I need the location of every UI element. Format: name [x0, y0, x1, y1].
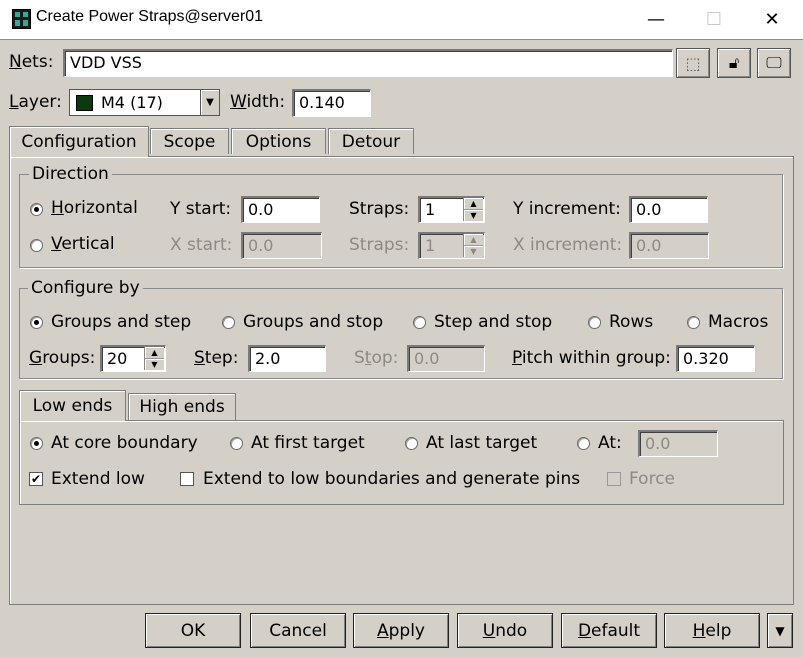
x-start-label: X start:: [170, 235, 233, 255]
force-checkbox[interactable]: [607, 472, 621, 486]
apply-button[interactable]: Apply: [353, 613, 449, 648]
window-title: Create Power Straps@server01: [36, 8, 263, 25]
nets-label: Nets:: [9, 52, 54, 72]
window-select-button[interactable]: 🖵︎: [757, 48, 791, 78]
vertical-label: Vertical: [51, 234, 115, 254]
step-and-stop-radio[interactable]: [413, 316, 426, 329]
unlock-icon: 🔓︎: [728, 53, 740, 72]
y-increment-input[interactable]: 0.0: [629, 196, 708, 223]
step-input[interactable]: 2.0: [248, 345, 326, 372]
groups-and-step-label: Groups and step: [51, 312, 192, 332]
layer-swatch-icon: [76, 95, 93, 111]
groups-and-step-radio[interactable]: [30, 316, 43, 329]
more-menu-button[interactable]: ▼: [767, 613, 793, 648]
nets-input[interactable]: VDD VSS: [63, 49, 673, 77]
stop-label: Stop:: [354, 348, 399, 368]
at-first-target-radio[interactable]: [230, 437, 243, 450]
width-input[interactable]: 0.140: [292, 89, 371, 117]
unlock-button[interactable]: 🔓︎: [717, 48, 751, 78]
help-button[interactable]: Help: [664, 613, 760, 648]
macros-label: Macros: [708, 312, 769, 332]
x-start-input[interactable]: 0.0: [241, 232, 322, 259]
groups-and-stop-radio[interactable]: [222, 316, 235, 329]
ok-button[interactable]: OK: [145, 613, 241, 648]
configure-by-legend: Configure by: [28, 280, 143, 297]
horizontal-label: Horizontal: [51, 198, 138, 218]
y-increment-label: Y increment:: [513, 199, 621, 219]
at-last-target-radio[interactable]: [405, 437, 418, 450]
spin-up-icon[interactable]: ▲: [464, 234, 483, 246]
at-first-target-label: At first target: [251, 433, 365, 453]
cursor-select-icon: ⬚: [685, 53, 701, 73]
y-start-label: Y start:: [170, 199, 232, 219]
step-label: Step:: [194, 348, 239, 368]
straps-vertical-label: Straps:: [349, 235, 410, 255]
layer-value: M4 (17): [101, 93, 163, 112]
at-core-boundary-radio[interactable]: [30, 437, 43, 450]
minimize-button[interactable]: —: [627, 0, 685, 39]
macros-radio[interactable]: [687, 316, 700, 329]
stop-input[interactable]: 0.0: [407, 345, 485, 372]
horizontal-radio[interactable]: [30, 203, 43, 216]
extend-to-boundaries-checkbox[interactable]: [180, 472, 194, 486]
layer-select[interactable]: M4 (17) ▼: [69, 89, 220, 116]
groups-label: Groups:: [29, 348, 96, 368]
extend-low-label: Extend low: [51, 469, 145, 489]
tab-scope[interactable]: Scope: [150, 128, 229, 154]
direction-legend: Direction: [29, 166, 112, 183]
tab-detour[interactable]: Detour: [328, 128, 414, 154]
groups-and-stop-label: Groups and stop: [243, 312, 384, 332]
cancel-button[interactable]: Cancel: [250, 613, 346, 648]
straps-vertical-spinner[interactable]: ▲ ▼: [463, 234, 483, 257]
close-button[interactable]: ✕: [743, 0, 801, 39]
step-and-stop-label: Step and stop: [434, 312, 553, 332]
pitch-label: Pitch within group:: [512, 348, 671, 368]
spin-down-icon[interactable]: ▼: [464, 246, 483, 258]
chevron-down-icon[interactable]: ▼: [200, 90, 219, 115]
rows-label: Rows: [609, 312, 654, 332]
spin-up-icon[interactable]: ▲: [145, 347, 164, 359]
straps-spinner[interactable]: ▲ ▼: [463, 198, 483, 221]
spin-up-icon[interactable]: ▲: [464, 198, 483, 210]
app-icon: [12, 9, 31, 29]
maximize-button[interactable]: ☐: [685, 0, 743, 39]
width-label: Width:: [230, 92, 286, 112]
tab-options[interactable]: Options: [231, 128, 326, 154]
monitor-pointer-icon: 🖵︎: [766, 53, 782, 72]
select-nets-button[interactable]: ⬚: [676, 48, 710, 78]
rows-radio[interactable]: [588, 316, 601, 329]
spin-down-icon[interactable]: ▼: [145, 359, 164, 371]
default-button[interactable]: Default: [561, 613, 657, 648]
tab-high-ends[interactable]: High ends: [128, 393, 236, 420]
pitch-input[interactable]: 0.320: [676, 345, 755, 372]
y-start-input[interactable]: 0.0: [241, 196, 320, 223]
spin-down-icon[interactable]: ▼: [464, 210, 483, 222]
at-input[interactable]: 0.0: [638, 430, 718, 457]
at-radio[interactable]: [577, 437, 590, 450]
extend-to-boundaries-label: Extend to low boundaries and generate pi…: [203, 469, 581, 489]
x-increment-label: X increment:: [513, 235, 623, 255]
vertical-radio[interactable]: [30, 239, 43, 252]
chevron-down-icon: ▼: [775, 623, 785, 638]
straps-label: Straps:: [349, 199, 410, 219]
tab-configuration[interactable]: Configuration: [9, 126, 149, 157]
extend-low-checkbox[interactable]: ✔: [29, 472, 43, 486]
title-divider: [0, 39, 803, 40]
force-label: Force: [629, 469, 675, 489]
x-increment-input[interactable]: 0.0: [629, 232, 709, 259]
groups-spinner[interactable]: ▲ ▼: [144, 347, 164, 370]
at-last-target-label: At last target: [426, 433, 538, 453]
undo-button[interactable]: Undo: [457, 613, 553, 648]
at-label: At:: [598, 433, 622, 453]
layer-label: Layer:: [9, 92, 62, 112]
tab-low-ends[interactable]: Low ends: [19, 390, 126, 421]
at-core-boundary-label: At core boundary: [51, 433, 198, 453]
